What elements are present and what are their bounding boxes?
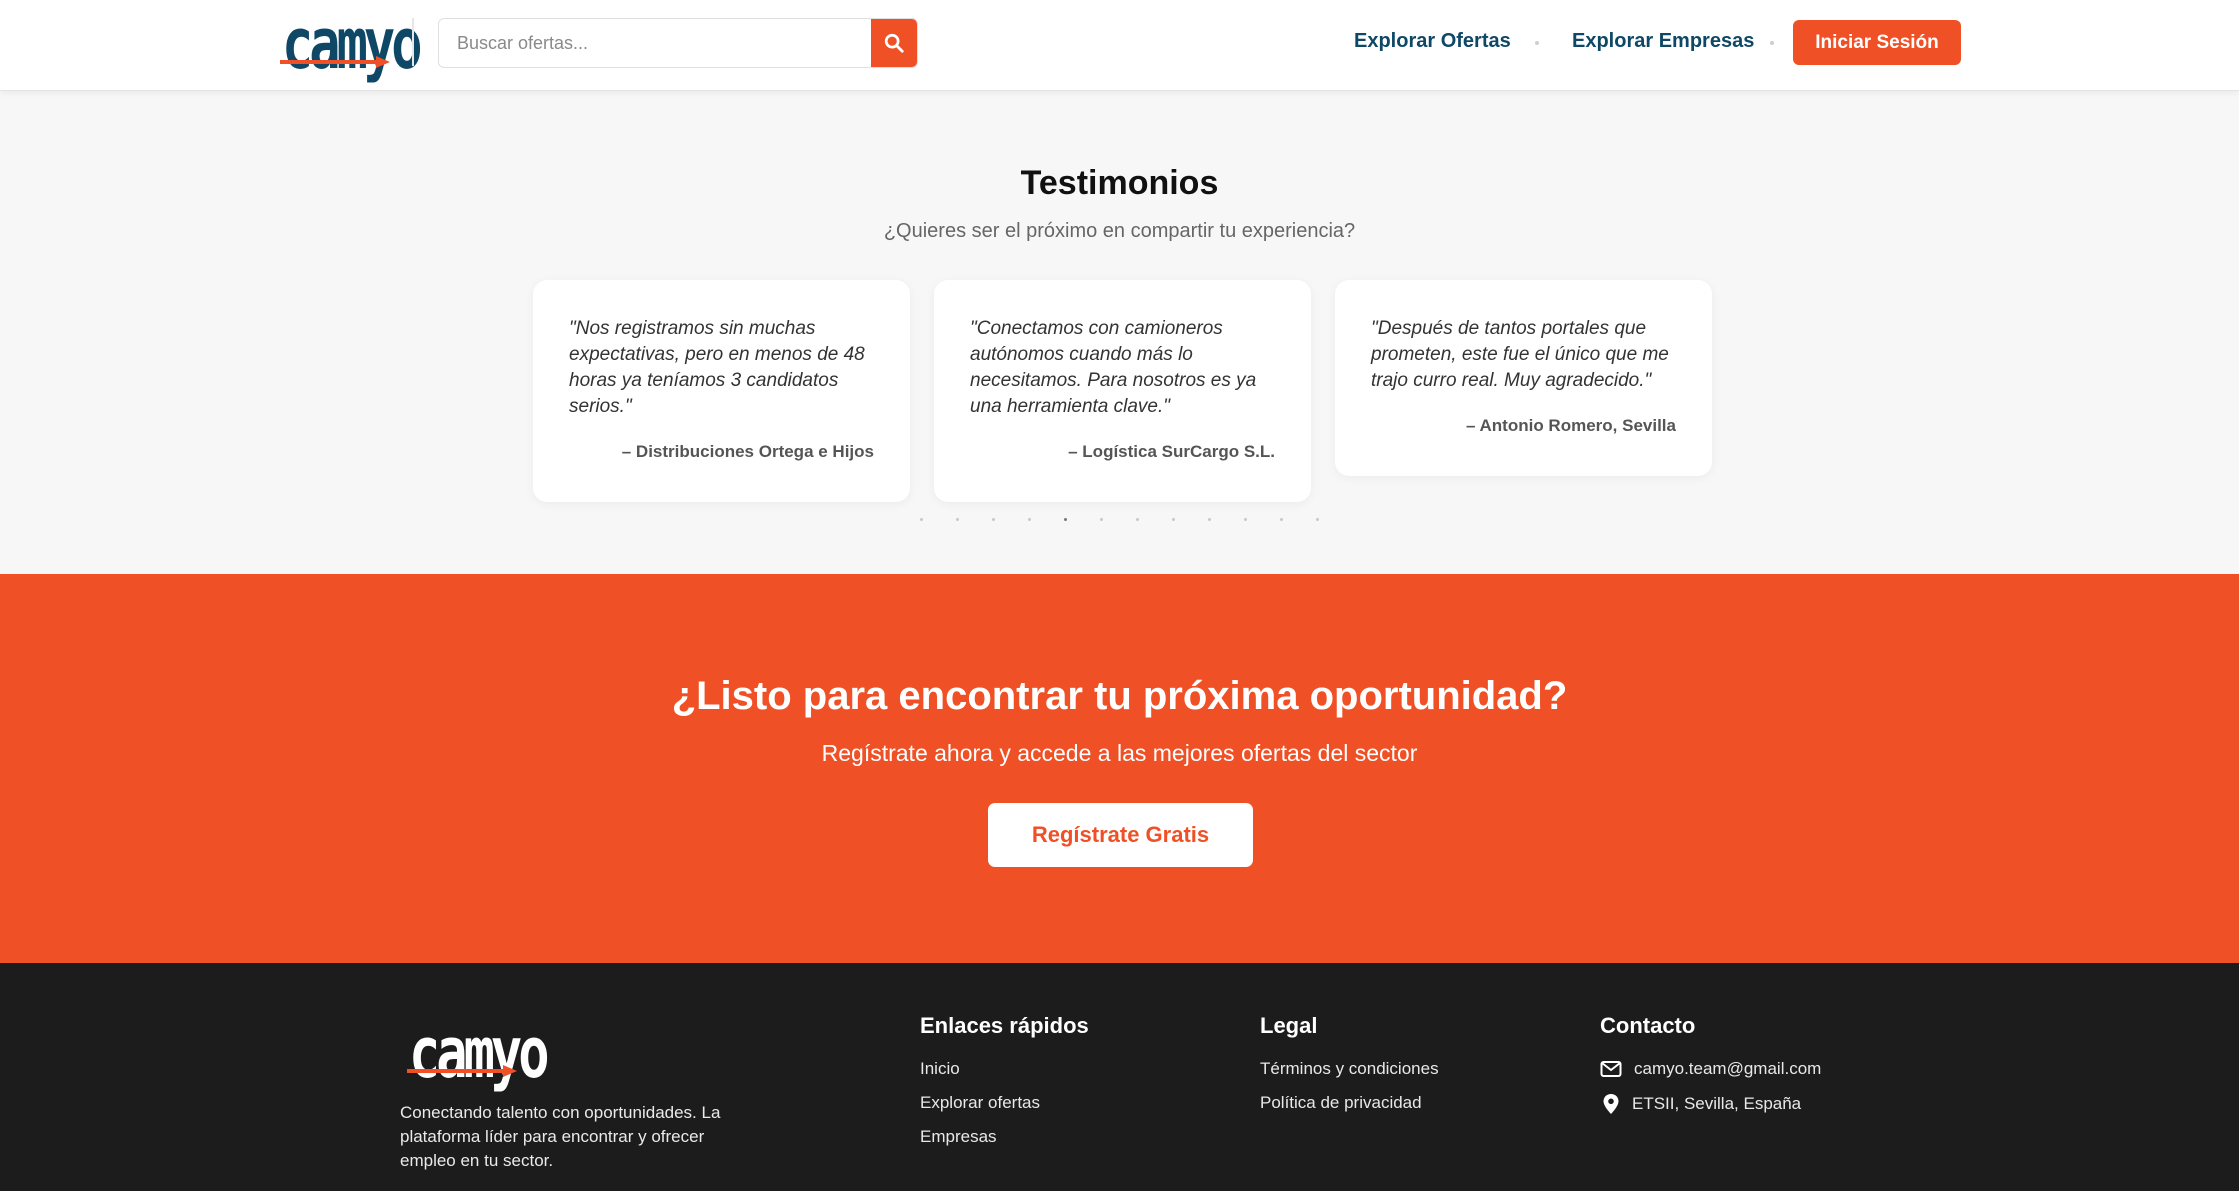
testimonial-author: – Distribuciones Ortega e Hijos	[621, 442, 874, 461]
carousel-dot[interactable]	[992, 518, 995, 521]
logo-arrow-icon	[280, 56, 390, 68]
footer-logo[interactable]: camyo	[407, 1019, 550, 1089]
testimonial-card: "Nos registramos sin muchas expectativas…	[533, 280, 910, 502]
carousel-dot[interactable]	[1100, 518, 1103, 521]
nav-explorar-ofertas[interactable]: Explorar Ofertas	[1354, 30, 1511, 53]
nav-separator	[1770, 41, 1774, 45]
search-input[interactable]	[439, 19, 873, 67]
register-free-button[interactable]: Regístrate Gratis	[988, 803, 1253, 867]
carousel-pagination	[0, 518, 2239, 521]
testimonials-title: Testimonios	[1020, 164, 1219, 202]
footer-contact-email[interactable]: camyo.team@gmail.com	[1600, 1059, 1821, 1079]
testimonial-card: "Conectamos con camioneros autónomos cua…	[934, 280, 1311, 502]
testimonial-quote: "Después de tantos portales que prometen…	[1371, 318, 1669, 391]
footer-link-terminos[interactable]: Términos y condiciones	[1260, 1059, 1439, 1079]
contact-address-text: ETSII, Sevilla, España	[1632, 1094, 1802, 1113]
footer-contact-title: Contacto	[1600, 1013, 1696, 1038]
search-bar	[438, 18, 918, 68]
search-button[interactable]	[871, 19, 917, 67]
footer: camyo Conectando talento con oportunidad…	[0, 963, 2239, 1191]
testimonial-quote: "Conectamos con camioneros autónomos cua…	[970, 318, 1257, 417]
footer-link-privacidad[interactable]: Política de privacidad	[1260, 1093, 1422, 1113]
carousel-dot[interactable]	[1316, 518, 1319, 521]
logo-arrow-icon	[407, 1065, 517, 1077]
location-pin-icon	[1603, 1094, 1619, 1114]
testimonial-quote: "Nos registramos sin muchas expectativas…	[569, 318, 865, 417]
top-header: camyo Explorar Ofertas Explorar Empresas…	[0, 0, 2239, 91]
footer-link-explorar-ofertas[interactable]: Explorar ofertas	[920, 1093, 1040, 1113]
contact-email-text: camyo.team@gmail.com	[1634, 1059, 1822, 1078]
footer-contact-address: ETSII, Sevilla, España	[1602, 1093, 1801, 1115]
camyo-logo[interactable]: camyo	[280, 10, 423, 80]
carousel-dot[interactable]	[1244, 518, 1247, 521]
carousel-dot[interactable]	[1028, 518, 1031, 521]
logo-wordmark: camyo	[282, 4, 423, 86]
testimonial-author: – Antonio Romero, Sevilla	[1465, 416, 1676, 435]
carousel-dot[interactable]	[1136, 518, 1139, 521]
footer-quick-links-title: Enlaces rápidos	[920, 1013, 1089, 1038]
search-icon	[884, 33, 904, 53]
carousel-dot[interactable]	[1280, 518, 1283, 521]
footer-link-inicio[interactable]: Inicio	[920, 1059, 960, 1079]
cta-subtitle: Regístrate ahora y accede a las mejores …	[821, 740, 1418, 766]
testimonial-card: "Después de tantos portales que prometen…	[1335, 280, 1712, 476]
cta-section: ¿Listo para encontrar tu próxima oportun…	[0, 574, 2239, 963]
carousel-dot[interactable]	[1208, 518, 1211, 521]
carousel-dot[interactable]	[1172, 518, 1175, 521]
footer-description: Conectando talento con oportunidades. La…	[400, 1103, 721, 1170]
header-divider	[412, 18, 414, 66]
carousel-dot[interactable]	[956, 518, 959, 521]
testimonials-subtitle: ¿Quieres ser el próximo en compartir tu …	[883, 220, 1356, 242]
login-button[interactable]: Iniciar Sesión	[1793, 20, 1961, 65]
nav-separator	[1535, 41, 1539, 45]
carousel-dot[interactable]	[920, 518, 923, 521]
nav-explorar-empresas[interactable]: Explorar Empresas	[1572, 30, 1754, 53]
footer-legal-title: Legal	[1260, 1013, 1318, 1038]
carousel-dot[interactable]	[1064, 518, 1067, 521]
logo-wordmark: camyo	[409, 1013, 550, 1095]
footer-link-empresas[interactable]: Empresas	[920, 1127, 997, 1147]
mail-icon	[1600, 1061, 1622, 1077]
cta-title: ¿Listo para encontrar tu próxima oportun…	[671, 674, 1568, 718]
testimonial-author: – Logística SurCargo S.L.	[1068, 442, 1275, 461]
